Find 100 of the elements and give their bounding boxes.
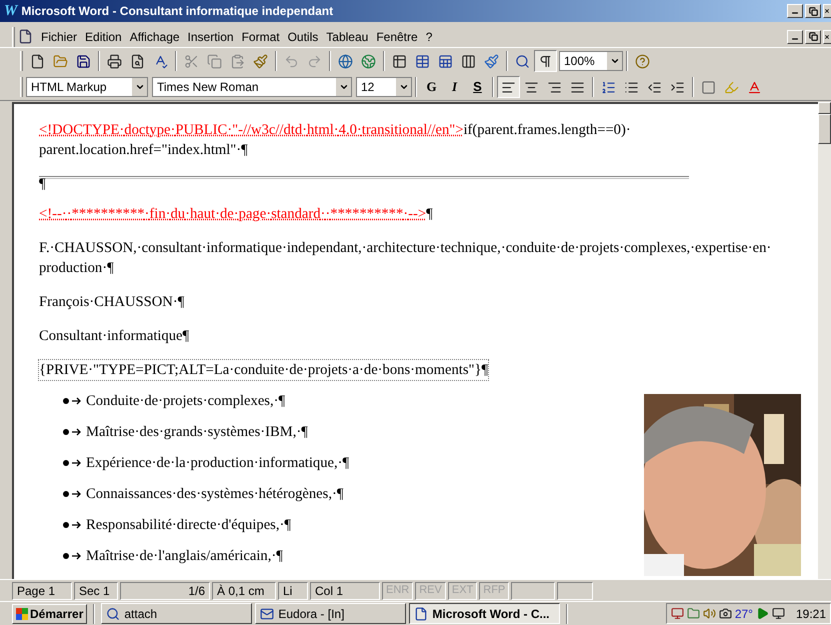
computer-icon[interactable] [670,607,684,620]
open-icon [53,54,68,68]
globe-icon [338,54,353,68]
align-left-button[interactable] [497,76,520,98]
tab-arrow-icon [72,428,82,436]
font-size-dropdown[interactable]: 12 [356,77,412,97]
menu-item[interactable]: Edition [81,28,126,46]
cut-icon [184,54,199,68]
align-center-icon [524,80,539,94]
paragraph: Consultant·informatique¶ [39,327,190,346]
underline-button[interactable]: S [466,76,489,98]
show-marks-button[interactable] [534,50,557,72]
print-icon [107,54,122,68]
folder-icon[interactable] [686,607,700,620]
spelling-icon [153,54,168,68]
close-icon [824,34,830,40]
italic-button[interactable]: I [443,76,466,98]
taskbar-button[interactable]: Eudora - [In] [255,603,406,624]
menu-item[interactable]: Fenêtre [372,28,422,46]
vertical-scrollbar[interactable] [818,102,831,579]
restore-icon [808,32,818,41]
tab-arrow-icon [72,459,82,467]
windows-logo-icon [16,608,28,620]
status-position: À 0,1 cm [212,582,276,600]
status-section: Sec 1 [74,582,118,600]
paragraph: F.·CHAUSSON,·consultant·informatique·independant,·architecture·technique,·conduite·de·projets·complexes,·expertise·en·production·¶ [39,239,772,278]
bullet-text: Maîtrise·des·grands·systèmes·IBM,·¶ [86,423,308,442]
insert-sheet-icon [438,54,453,68]
paste-icon [230,54,245,68]
new-document-icon [30,54,45,68]
menu-item[interactable]: Insertion [184,28,238,46]
redo-icon [307,54,322,68]
bullet-icon [63,522,69,528]
zoom-dropdown[interactable]: 100% [559,51,623,71]
menu-item[interactable]: Format [238,28,284,46]
minimize-button[interactable] [787,30,803,44]
font-color-icon [747,80,762,94]
status-pages: 1/6 [120,582,210,600]
document-icon [414,606,428,620]
minimize-button[interactable] [787,4,803,18]
show-marks-icon [538,54,553,68]
paragraph-mark: ¶ [39,175,46,194]
speaker-icon[interactable] [702,607,716,620]
bullets-icon [624,80,639,94]
document-map-icon [515,54,530,68]
status-panel [511,582,556,600]
tab-arrow-icon [72,397,82,405]
close-button[interactable] [823,30,831,44]
taskbar-button[interactable]: Microsoft Word - C... [409,603,560,624]
columns-icon [461,54,476,68]
menu-item[interactable]: Tableau [322,28,372,46]
menu-item[interactable]: Affichage [126,28,184,46]
paragraph: François·CHAUSSON·¶ [39,293,186,312]
copy-icon [207,54,222,68]
borders-icon [701,80,716,94]
increase-indent-icon [670,80,685,94]
bullet-text: Conduite·de·projets·complexes,·¶ [86,392,286,411]
restore-button[interactable] [805,4,821,18]
undo-icon [284,54,299,68]
markup-line: <!--··**********·fin·du·haut·de·page·standard··**********·-->¶ [39,205,434,224]
taskbar-button[interactable]: attach [101,603,252,624]
menu-item[interactable]: Outils [284,28,322,46]
bullet-icon [63,553,69,559]
restore-button[interactable] [805,30,821,44]
restore-icon [808,6,818,16]
search-icon [106,606,120,620]
align-right-icon [547,80,562,94]
menu-item[interactable]: ? [422,28,436,46]
clock: 19:21 [796,606,826,622]
field-code: {PRIVE·"TYPE=PICT;ALT=La·conduite·de·projets·a·de·bons·moments"}¶ [39,360,488,380]
bold-button[interactable]: G [420,76,443,98]
camera-icon[interactable] [718,607,732,620]
document-icon[interactable] [18,29,33,44]
tab-arrow-icon [72,521,82,529]
bullet-text: Connaissances·des·systèmes·hétérogènes,·¶ [86,485,344,504]
save-icon [76,54,91,68]
style-dropdown[interactable]: HTML Markup [26,77,148,97]
bullet-icon [63,398,69,404]
menu-item[interactable]: Fichier [37,28,82,46]
bullet-icon [63,491,69,497]
insert-table-icon [415,54,430,68]
drawing-icon [484,54,499,68]
tab-arrow-icon [72,552,82,560]
status-panel [557,582,594,600]
numbering-icon [601,80,616,94]
close-button[interactable] [823,4,831,18]
print-preview-icon [130,54,145,68]
monitor-icon[interactable] [772,607,785,620]
highlight-icon [724,80,739,94]
bullet-icon [63,429,69,435]
help-icon [635,54,650,68]
temperature-text: 27° [734,606,753,622]
bullet-text: Expérience·de·la·production·informatique,·¶ [86,454,350,473]
status-column: Col 1 [310,582,380,600]
window-title: Microsoft Word - Consultant informatique independant [21,3,334,20]
font-dropdown[interactable]: Times New Roman [152,77,352,97]
envelope-icon [260,606,274,620]
tables-borders-icon [392,54,407,68]
start-button[interactable]: Démarrer [12,604,88,624]
tab-arrow-icon [72,490,82,498]
